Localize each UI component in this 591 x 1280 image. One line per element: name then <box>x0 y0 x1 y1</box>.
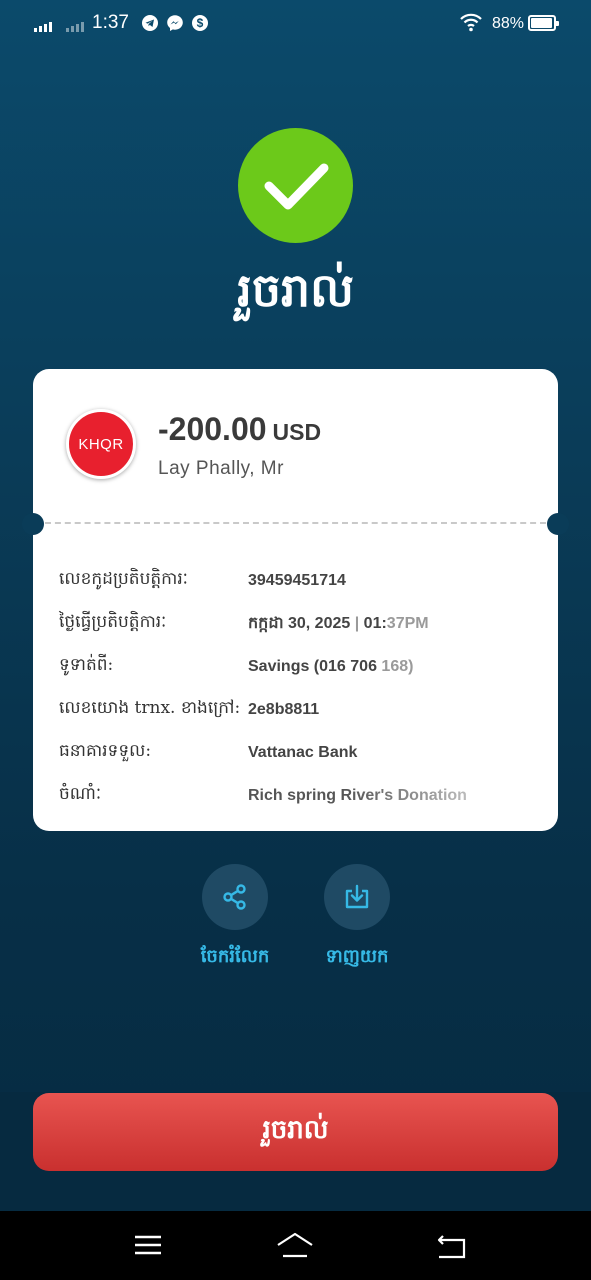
amount-currency: USD <box>272 419 322 445</box>
receipt-card: KHQR -200.00 USD Lay Phally, Mr លេខកូដប្រ… <box>22 369 569 831</box>
card-notch-right <box>547 513 569 535</box>
detail-row-receiving-bank: ធនាគារទទួល: Vattanac Bank <box>59 731 539 774</box>
battery-icon <box>528 15 559 31</box>
recipient-name: Lay Phally, Mr <box>158 458 284 479</box>
account-value-end: 168) <box>381 657 414 675</box>
date-value: កក្កដា 30, 2025 <box>248 614 351 632</box>
status-time: 1:37 <box>92 12 129 33</box>
time-value-rest: 37PM <box>386 614 429 632</box>
done-button[interactable]: រួចរាល់ <box>33 1093 558 1171</box>
status-bar: 1:37 $ 88% <box>0 0 591 48</box>
download-button[interactable] <box>324 864 390 930</box>
telegram-icon <box>142 15 158 31</box>
messenger-icon <box>167 15 183 31</box>
amount: -200.00 USD <box>158 411 321 448</box>
khqr-logo: KHQR <box>66 409 136 479</box>
back-icon[interactable] <box>430 1229 470 1261</box>
detail-row-transaction-date: ថ្ងៃធ្វើប្រតិបត្តិការៈ កក្កដា 30, 2025 |… <box>59 602 539 645</box>
signal-icon <box>34 20 52 32</box>
menu-icon[interactable] <box>128 1229 168 1261</box>
detail-label: ថ្ងៃធ្វើប្រតិបត្តិការៈ <box>59 612 167 632</box>
svg-text:$: $ <box>197 16 204 30</box>
detail-value: កក្កដា 30, 2025 | 01:37PM <box>248 612 429 636</box>
share-button[interactable] <box>202 864 268 930</box>
detail-label: លេខកូដប្រតិបត្តិការៈ <box>59 569 188 589</box>
detail-row-paid-from: ទូទាត់ពី: Savings (016 706 168) <box>59 645 539 688</box>
date-separator: | <box>354 614 360 632</box>
card-notch-left <box>22 513 44 535</box>
detail-row-transaction-id: លេខកូដប្រតិបត្តិការៈ 39459451714 <box>59 559 539 602</box>
detail-value: 2e8b8811 <box>248 700 320 718</box>
dashed-divider <box>45 522 546 524</box>
share-icon <box>223 884 246 910</box>
amount-value: -200.00 <box>158 411 267 447</box>
detail-value: 39459451714 <box>248 571 346 589</box>
share-label[interactable]: ចែករំលែក <box>175 944 295 971</box>
detail-value: Vattanac Bank <box>248 743 358 761</box>
detail-value: Rich spring River's Donation <box>248 786 467 804</box>
download-icon <box>345 884 369 909</box>
battery-percent: 88% <box>492 15 525 32</box>
account-value: Savings (016 706 <box>248 657 377 675</box>
detail-row-note: ចំណាំៈ Rich spring River's Donation <box>59 774 539 817</box>
detail-label: ទូទាត់ពី: <box>59 655 114 675</box>
time-value-hour: 01: <box>363 614 387 632</box>
home-icon[interactable] <box>275 1229 315 1261</box>
detail-label: លេខយោង trnx. ខាងក្រៅ: <box>59 698 241 718</box>
detail-label: ធនាគារទទួល: <box>59 741 152 761</box>
signal-icon <box>66 20 84 32</box>
transaction-details: លេខកូដប្រតិបត្តិការៈ 39459451714 ថ្ងៃធ្វ… <box>59 559 539 817</box>
wifi-icon <box>460 13 482 32</box>
download-label[interactable]: ទាញយក <box>297 944 417 971</box>
success-title: រួចរាល់ <box>237 263 354 317</box>
detail-value: Savings (016 706 168) <box>248 658 413 676</box>
checkmark-icon <box>264 163 329 210</box>
detail-row-external-ref: លេខយោង trnx. ខាងក្រៅ: 2e8b8811 <box>59 688 539 731</box>
system-nav-bar <box>0 1211 591 1280</box>
dollar-icon: $ <box>192 15 208 31</box>
detail-label: ចំណាំៈ <box>59 784 102 804</box>
success-check-badge <box>238 128 353 243</box>
